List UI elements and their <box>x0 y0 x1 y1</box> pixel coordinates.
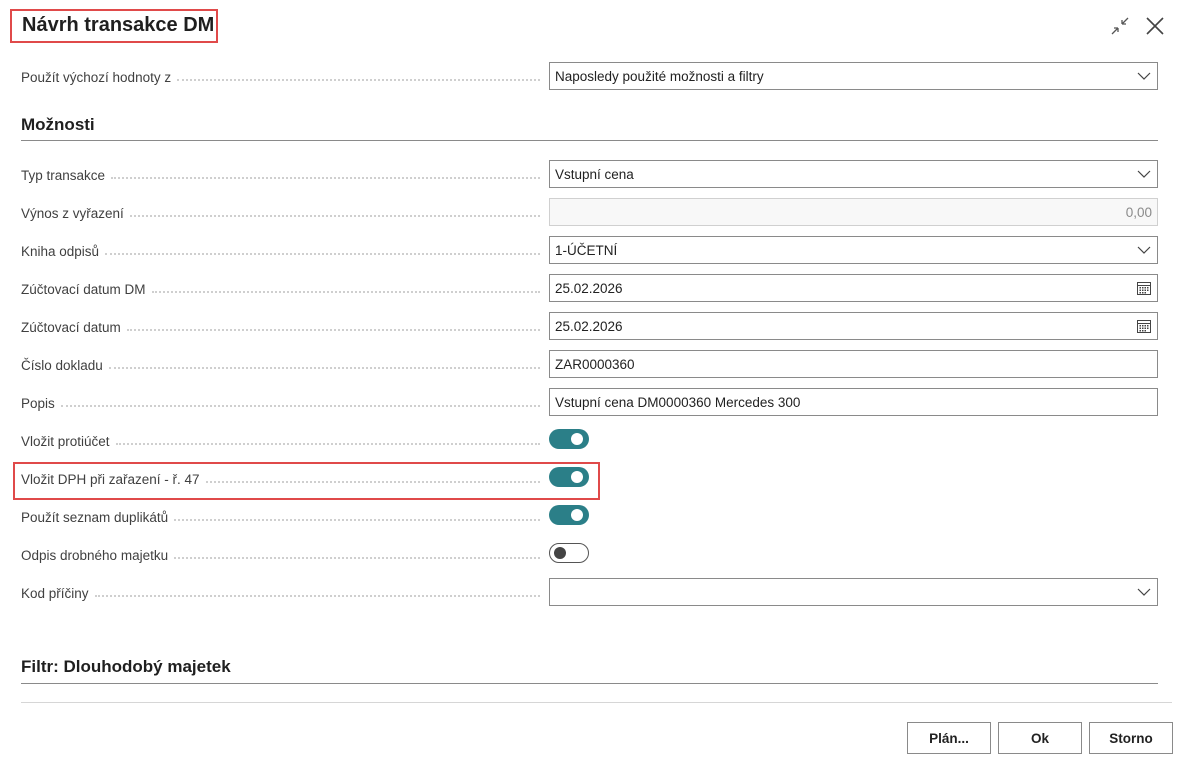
filter-section-title[interactable]: Filtr: Dlouhodobý majetek <box>21 657 231 677</box>
fa-transaction-dialog: Návrh transakce DM Použít výchozí hodnot… <box>0 0 1180 762</box>
collapse-icon[interactable] <box>1108 14 1132 38</box>
reason-code-label: Kod příčiny <box>21 585 89 601</box>
filter-section-divider <box>21 683 1158 684</box>
calendar-icon[interactable] <box>1137 281 1151 295</box>
use-duplication-list-toggle[interactable] <box>549 505 589 525</box>
calendar-icon[interactable] <box>1137 319 1151 333</box>
close-icon[interactable] <box>1143 14 1167 38</box>
use-duplication-list-label: Použít seznam duplikátů <box>21 509 169 525</box>
transaction-type-label: Typ transakce <box>21 167 106 183</box>
dialog-title: Návrh transakce DM <box>22 14 215 36</box>
row-description: Popis Vstupní cena DM0000360 Mercedes 30… <box>21 388 1158 418</box>
plan-button[interactable]: Plán... <box>907 722 991 754</box>
insert-bal-account-label: Vložit protiúčet <box>21 433 110 449</box>
transaction-type-select[interactable]: Vstupní cena <box>549 160 1158 188</box>
options-section-title[interactable]: Možnosti <box>21 115 95 135</box>
small-asset-depreciation-label: Odpis drobného majetku <box>21 547 169 563</box>
options-section-divider <box>21 140 1158 141</box>
row-fa-posting-date: Zúčtovací datum DM 25.02.2026 <box>21 274 1158 304</box>
description-input[interactable]: Vstupní cena DM0000360 Mercedes 300 <box>549 388 1158 416</box>
transaction-type-value: Vstupní cena <box>555 166 634 182</box>
document-no-label: Číslo dokladu <box>21 357 103 373</box>
fa-posting-date-input[interactable]: 25.02.2026 <box>549 274 1158 302</box>
document-no-value: ZAR0000360 <box>555 356 635 372</box>
depreciation-book-value: 1-ÚČETNÍ <box>555 242 618 258</box>
row-disposal-proceeds: Výnos z vyřazení 0,00 <box>21 198 1158 228</box>
footer-divider <box>21 702 1172 703</box>
disposal-proceeds-value: 0,00 <box>1125 204 1152 220</box>
disposal-proceeds-field: 0,00 <box>549 198 1158 226</box>
posting-date-label: Zúčtovací datum <box>21 319 121 335</box>
chevron-down-icon <box>1137 588 1151 596</box>
defaults-value: Naposledy použité možnosti a filtry <box>555 68 764 84</box>
defaults-label: Použít výchozí hodnoty z <box>21 69 172 85</box>
row-use-duplication-list: Použít seznam duplikátů <box>21 502 1158 532</box>
posting-date-value: 25.02.2026 <box>555 318 623 334</box>
cancel-button[interactable]: Storno <box>1089 722 1173 754</box>
row-transaction-type: Typ transakce Vstupní cena <box>21 160 1158 190</box>
row-defaults: Použít výchozí hodnoty z Naposledy použi… <box>21 62 1158 92</box>
depreciation-book-select[interactable]: 1-ÚČETNÍ <box>549 236 1158 264</box>
description-label: Popis <box>21 395 55 411</box>
chevron-down-icon <box>1137 72 1151 80</box>
disposal-proceeds-label: Výnos z vyřazení <box>21 205 124 221</box>
insert-bal-account-toggle[interactable] <box>549 429 589 449</box>
chevron-down-icon <box>1137 170 1151 178</box>
description-value: Vstupní cena DM0000360 Mercedes 300 <box>555 394 801 410</box>
posting-date-input[interactable]: 25.02.2026 <box>549 312 1158 340</box>
row-posting-date: Zúčtovací datum 25.02.2026 <box>21 312 1158 342</box>
defaults-select[interactable]: Naposledy použité možnosti a filtry <box>549 62 1158 90</box>
chevron-down-icon <box>1137 246 1151 254</box>
row-insert-bal-account: Vložit protiúčet <box>21 426 1158 456</box>
row-document-no: Číslo dokladu ZAR0000360 <box>21 350 1158 380</box>
reason-code-select[interactable] <box>549 578 1158 606</box>
row-depreciation-book: Kniha odpisů 1-ÚČETNÍ <box>21 236 1158 266</box>
fa-posting-date-value: 25.02.2026 <box>555 280 623 296</box>
row-small-asset-depreciation: Odpis drobného majetku <box>21 540 1158 570</box>
depreciation-book-label: Kniha odpisů <box>21 243 100 259</box>
ok-button[interactable]: Ok <box>998 722 1082 754</box>
vat-highlight-box <box>13 462 600 500</box>
fa-posting-date-label: Zúčtovací datum DM <box>21 281 146 297</box>
document-no-input[interactable]: ZAR0000360 <box>549 350 1158 378</box>
row-reason-code: Kod příčiny <box>21 578 1158 608</box>
small-asset-depreciation-toggle[interactable] <box>549 543 589 563</box>
